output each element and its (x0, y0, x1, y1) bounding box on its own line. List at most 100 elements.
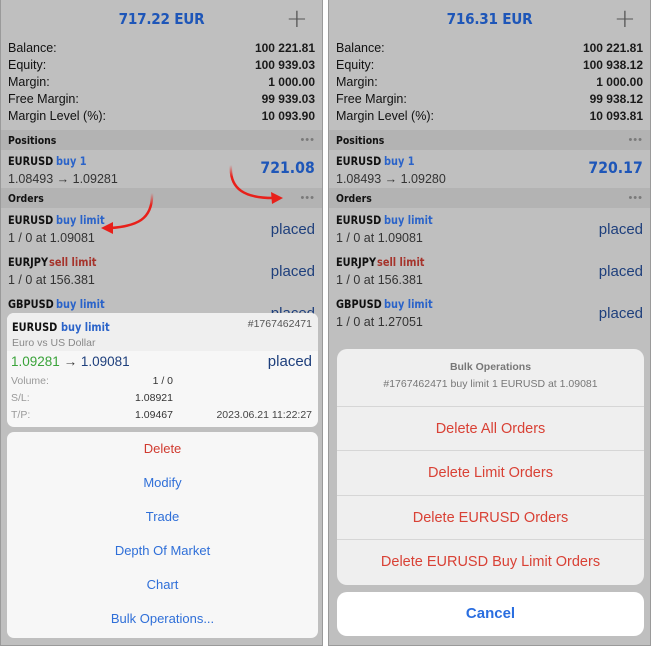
order-detail: 1 / 0 at 1.27051 (336, 315, 423, 329)
summary-row-equity: Equity: 100 938.12 (336, 57, 643, 74)
section-title: Positions (336, 133, 385, 147)
price-line: 1.09281 → 1.09081 placed (7, 351, 318, 373)
order-price: 1.09081 (80, 354, 130, 369)
chart-button[interactable]: Chart (7, 568, 318, 602)
order-type: sell limit (377, 255, 425, 269)
symbol-description: Euro vs US Dollar (12, 337, 96, 349)
account-summary: Balance: 100 221.81 Equity: 100 938.12 Mar… (329, 40, 650, 125)
summary-label: Margin Level (%): (336, 109, 434, 123)
summary-label: Margin: (8, 75, 50, 89)
depth-of-market-button[interactable]: Depth Of Market (7, 534, 318, 568)
more-icon[interactable]: ••• (628, 192, 643, 204)
cancel-button[interactable]: Cancel (337, 592, 644, 636)
symbol: EURUSD (8, 154, 54, 168)
bulk-sheet-title: Bulk Operations (449, 361, 532, 373)
symbol: EURJPY (336, 255, 377, 269)
order-type: sell limit (49, 255, 97, 269)
bulk-sheet-header: Bulk Operations #1767462471 buy limit 1 … (337, 349, 644, 407)
summary-row-margin: Margin: 1 000.00 (8, 74, 315, 91)
order-status: placed (598, 263, 643, 280)
summary-value: 1 000.00 (596, 75, 643, 89)
order-status: placed (270, 263, 315, 280)
more-icon[interactable]: ••• (300, 192, 315, 204)
order-row[interactable]: EURJPY sell limit 1 / 0 at 156.381 place… (1, 250, 322, 292)
summary-value: 100 221.81 (582, 41, 643, 55)
header: 717.22 EUR + (1, 0, 322, 40)
summary-label: Margin Level (%): (8, 109, 106, 123)
summary-row-balance: Balance: 100 221.81 (336, 40, 643, 57)
summary-row-free-margin: Free Margin: 99 938.12 (336, 91, 643, 108)
summary-value: 10 093.90 (261, 109, 315, 123)
account-summary: Balance: 100 221.81 Equity: 100 939.03 Mar… (1, 40, 322, 125)
symbol: EURUSD (8, 213, 54, 227)
position-row[interactable]: EURUSD buy 1 1.08493 → 1.09281 721.08 (1, 150, 322, 188)
total-profit: 717.22 EUR (118, 10, 205, 28)
symbol: GBPUSD (336, 297, 382, 311)
order-detail-card: EURUSD buy limit Euro vs US Dollar #1767… (7, 313, 318, 427)
section-title: Positions (8, 133, 57, 147)
trade-button[interactable]: Trade (7, 500, 318, 534)
order-row[interactable]: EURUSD buy limit 1 / 0 at 1.09081 placed (329, 208, 650, 250)
left-screen: 717.22 EUR + Balance: 100 221.81 Equity: 1… (0, 0, 323, 646)
symbol: EURUSD (336, 154, 382, 168)
modify-button[interactable]: Modify (7, 466, 318, 500)
ticket-number: #1767462471 (247, 318, 312, 330)
position-type: buy 1 (383, 154, 415, 168)
order-row[interactable]: GBPUSD buy limit 1 / 0 at 1.27051 placed (329, 292, 650, 334)
detail-card-header: EURUSD buy limit Euro vs US Dollar #1767… (7, 313, 318, 351)
bulk-operations-button[interactable]: Bulk Operations... (7, 602, 318, 636)
summary-label: Equity: (336, 58, 375, 72)
order-row[interactable]: EURUSD buy limit 1 / 0 at 1.09081 placed (1, 208, 322, 250)
sl-row: S/L: 1.08921 (7, 390, 318, 407)
sl-label: S/L: (11, 392, 30, 404)
summary-row-margin-level: Margin Level (%): 10 093.90 (8, 108, 315, 125)
volume-label: Volume: (11, 375, 49, 387)
summary-value: 1 000.00 (268, 75, 315, 89)
arrow-right-icon: → (63, 354, 78, 369)
delete-all-orders-button[interactable]: Delete All Orders (337, 407, 644, 452)
bulk-sheet-subtitle: #1767462471 buy limit 1 EURUSD at 1.0908… (383, 378, 598, 390)
tp-label: T/P: (11, 409, 31, 421)
order-detail: 1 / 0 at 1.09081 (8, 231, 95, 245)
current-price: 1.09281 (11, 354, 60, 369)
summary-row-margin: Margin: 1 000.00 (336, 74, 643, 91)
position-type: buy 1 (55, 154, 87, 168)
order-status: placed (598, 305, 643, 322)
right-screen: 716.31 EUR + Balance: 100 221.81 Equity: 1… (328, 0, 651, 646)
order-time: 2023.06.21 11:22:27 (216, 409, 312, 421)
sl-value: 1.08921 (135, 392, 173, 404)
order-row[interactable]: EURJPY sell limit 1 / 0 at 156.381 place… (329, 250, 650, 292)
symbol: EURJPY (8, 255, 49, 269)
delete-button[interactable]: Delete (7, 432, 318, 466)
total-profit: 716.31 EUR (446, 10, 533, 28)
order-type: buy limit (60, 320, 110, 334)
plus-icon[interactable]: + (614, 5, 636, 33)
positions-header: Positions ••• (1, 130, 322, 150)
summary-label: Free Margin: (8, 92, 79, 106)
summary-label: Free Margin: (336, 92, 407, 106)
symbol: EURUSD (12, 320, 58, 334)
delete-limit-orders-button[interactable]: Delete Limit Orders (337, 451, 644, 496)
summary-row-free-margin: Free Margin: 99 939.03 (8, 91, 315, 108)
order-detail: 1 / 0 at 156.381 (336, 273, 423, 287)
orders-header: Orders ••• (1, 188, 322, 208)
summary-value: 99 938.12 (589, 92, 643, 106)
tp-value: 1.09467 (135, 409, 173, 421)
section-title: Orders (336, 191, 372, 205)
summary-label: Margin: (336, 75, 378, 89)
delete-eurusd-buy-limit-orders-button[interactable]: Delete EURUSD Buy Limit Orders (337, 540, 644, 584)
tp-row: T/P: 1.09467 2023.06.21 11:22:27 (7, 407, 318, 424)
order-status: placed (270, 221, 315, 238)
symbol: GBPUSD (8, 297, 54, 311)
more-icon[interactable]: ••• (300, 134, 315, 146)
order-type: buy limit (56, 297, 105, 311)
position-row[interactable]: EURUSD buy 1 1.08493 → 1.09280 720.17 (329, 150, 650, 188)
more-icon[interactable]: ••• (628, 134, 643, 146)
plus-icon[interactable]: + (286, 5, 308, 33)
delete-eurusd-orders-button[interactable]: Delete EURUSD Orders (337, 496, 644, 540)
order-status: placed (598, 221, 643, 238)
order-type: buy limit (384, 297, 433, 311)
position-profit: 721.08 (260, 158, 315, 177)
summary-row-equity: Equity: 100 939.03 (8, 57, 315, 74)
summary-row-balance: Balance: 100 221.81 (8, 40, 315, 57)
